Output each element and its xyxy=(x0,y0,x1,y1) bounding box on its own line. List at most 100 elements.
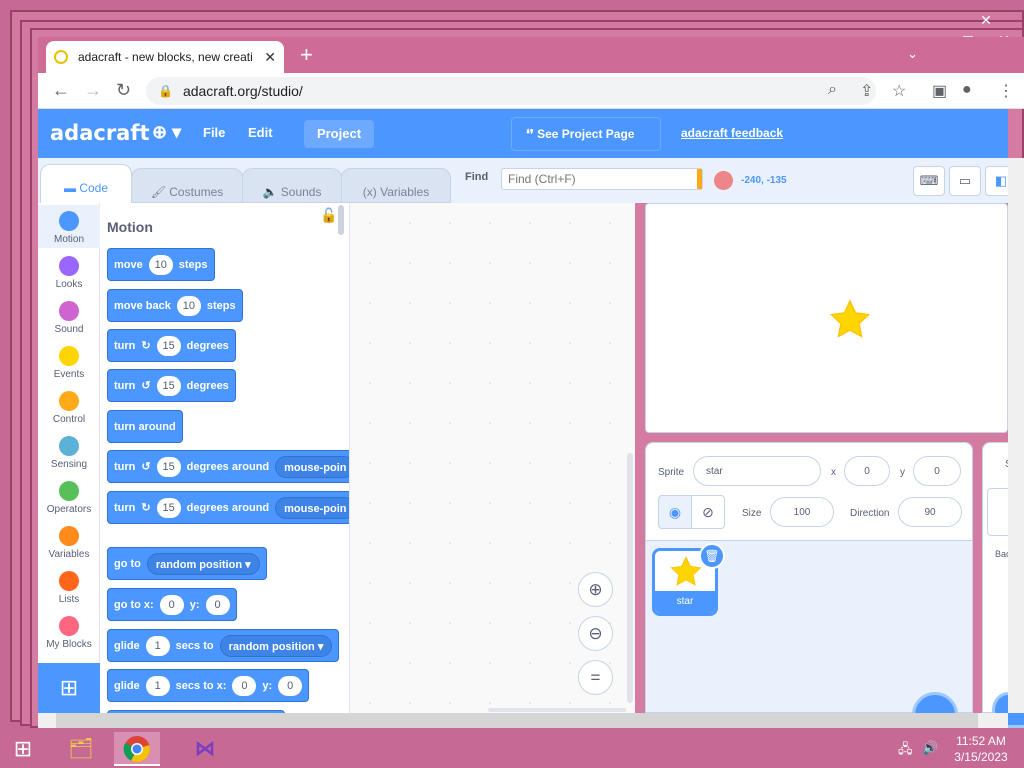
category-looks[interactable]: Looks xyxy=(38,250,100,290)
tab-costumes[interactable]: 🖌 Costumes xyxy=(131,168,243,203)
block-input[interactable]: 0 xyxy=(278,675,303,696)
block-glide-to-xy[interactable]: glide 1 secs to x: 0 y: 0 xyxy=(107,669,310,702)
block-move[interactable]: move 10 steps xyxy=(107,248,215,281)
category-label: Looks xyxy=(55,279,83,290)
block-input[interactable]: 10 xyxy=(176,295,201,316)
kebab-menu-icon[interactable]: ⋮ xyxy=(998,81,1014,101)
language-globe-icon[interactable]: ⊕ ▾ xyxy=(152,122,181,143)
block-glide-to[interactable]: glide 1 secs to random position ▾ xyxy=(107,629,340,662)
new-tab-icon[interactable]: + xyxy=(300,42,313,68)
direction-input[interactable] xyxy=(898,497,962,527)
tab-variables[interactable]: (x) Variables xyxy=(341,168,451,203)
small-stage-icon[interactable]: ▭ xyxy=(949,166,981,196)
volume-icon[interactable]: 🔊 xyxy=(922,740,938,756)
windows-start-icon[interactable]: ⊞ xyxy=(0,732,46,766)
unlock-icon[interactable]: 🔓 xyxy=(320,207,337,224)
block-input[interactable]: 15 xyxy=(156,335,181,356)
block-dropdown[interactable]: mouse-poin xyxy=(275,496,349,519)
category-operators[interactable]: Operators xyxy=(38,475,100,515)
project-menu[interactable]: Project xyxy=(304,120,374,148)
profile-avatar-icon[interactable]: ● xyxy=(962,81,972,99)
block-turn-left-around[interactable]: turn ↺ 15 degrees around mouse-poin xyxy=(107,450,349,483)
close-tab-icon[interactable]: ✕ xyxy=(264,49,276,66)
stage[interactable] xyxy=(645,203,1008,433)
sprite-label: Sprite xyxy=(658,467,685,478)
block-input[interactable]: 0 xyxy=(232,675,257,696)
block-input[interactable]: 1 xyxy=(145,635,170,656)
block-input[interactable]: 15 xyxy=(156,456,181,477)
terminal-icon[interactable]: ⌨ xyxy=(913,166,945,196)
close-back-window-icon[interactable]: ✕ xyxy=(976,12,996,29)
reload-icon[interactable]: ↻ xyxy=(116,80,131,101)
block-turn-left[interactable]: turn ↺ 15 degrees xyxy=(107,369,236,402)
x-input[interactable] xyxy=(844,456,890,486)
motion-dot-icon xyxy=(59,211,79,231)
back-arrow-icon[interactable]: ← xyxy=(52,80,70,101)
block-turn-right[interactable]: turn ↻ 15 degrees xyxy=(107,329,236,362)
block-dropdown[interactable]: mouse-poin xyxy=(275,455,349,478)
sidebar-icon[interactable]: ▣ xyxy=(932,81,947,101)
block-input[interactable]: 15 xyxy=(156,497,181,518)
sprite-name-input[interactable] xyxy=(693,456,821,486)
hide-eye-icon[interactable]: ⊘ xyxy=(691,495,725,529)
block-input[interactable]: 0 xyxy=(205,594,230,615)
network-icon[interactable]: 🖧 xyxy=(898,740,913,762)
zoom-search-icon[interactable]: ⌕ xyxy=(828,81,837,99)
page-scroll-thumb[interactable] xyxy=(56,713,978,728)
forward-arrow-icon[interactable]: → xyxy=(84,80,102,101)
size-input[interactable] xyxy=(770,497,834,527)
show-eye-icon[interactable]: ◉ xyxy=(658,495,692,529)
page-vertical-scrollbar[interactable] xyxy=(1008,158,1024,713)
block-input[interactable]: 0 xyxy=(159,594,184,615)
block-go-to-xy[interactable]: go to x: 0 y: 0 xyxy=(107,588,237,621)
category-motion[interactable]: Motion xyxy=(38,205,100,248)
file-explorer-icon[interactable]: 🗂 xyxy=(58,732,104,766)
chrome-icon[interactable] xyxy=(114,732,160,766)
block-input[interactable]: 10 xyxy=(148,254,173,275)
block-go-to[interactable]: go to random position ▾ xyxy=(107,547,267,580)
delete-sprite-trash-icon[interactable]: 🗑 xyxy=(699,543,725,569)
tab-sounds[interactable]: 🔈 Sounds xyxy=(242,168,342,203)
share-icon[interactable]: ⇪ xyxy=(860,81,873,101)
edit-menu[interactable]: Edit xyxy=(248,125,273,140)
adacraft-logo[interactable]: adacraft xyxy=(50,121,150,145)
category-control[interactable]: Control xyxy=(38,385,100,425)
category-sound[interactable]: Sound xyxy=(38,295,100,335)
star-sprite-icon[interactable] xyxy=(828,298,872,342)
tab-search-chevron-icon[interactable]: ⌄ xyxy=(907,46,918,62)
block-turn-around[interactable]: turn around xyxy=(107,410,183,443)
zoom-reset-icon[interactable]: = xyxy=(578,660,613,695)
stop-sign-icon[interactable] xyxy=(714,171,733,190)
taskbar-clock[interactable]: 11:52 AM 3/15/2023 xyxy=(948,733,1014,765)
zoom-in-icon[interactable]: ⊕ xyxy=(578,572,613,607)
browser-tab[interactable]: adacraft - new blocks, new creati ✕ xyxy=(46,41,284,73)
block-dropdown[interactable]: random position ▾ xyxy=(219,634,333,657)
find-input[interactable] xyxy=(501,168,703,190)
visual-studio-icon[interactable]: ⋈ xyxy=(182,732,228,766)
see-project-page-button[interactable]: ❛❜ See Project Page xyxy=(511,117,661,151)
feedback-link[interactable]: adacraft feedback xyxy=(681,126,783,140)
block-text: glide xyxy=(114,639,140,652)
url-text: adacraft.org/studio/ xyxy=(182,83,303,99)
workspace-vertical-scrollbar[interactable] xyxy=(627,453,633,703)
bookmark-star-icon[interactable]: ☆ xyxy=(892,81,906,101)
block-input[interactable]: 15 xyxy=(156,375,181,396)
block-input[interactable]: 1 xyxy=(145,675,170,696)
tab-code[interactable]: ▬ Code xyxy=(40,164,132,203)
page-horizontal-scrollbar[interactable] xyxy=(38,713,1008,728)
category-sensing[interactable]: Sensing xyxy=(38,430,100,470)
zoom-out-icon[interactable]: ⊖ xyxy=(578,616,613,651)
block-move-back[interactable]: move back 10 steps xyxy=(107,289,243,322)
y-input[interactable] xyxy=(913,456,961,486)
category-lists[interactable]: Lists xyxy=(38,565,100,605)
category-my-blocks[interactable]: My Blocks xyxy=(38,610,100,650)
workspace-horizontal-scrollbar[interactable] xyxy=(488,708,626,712)
address-bar[interactable]: 🔒 adacraft.org/studio/ xyxy=(146,77,876,105)
add-extension-icon[interactable]: ⊞ xyxy=(38,663,100,713)
file-menu[interactable]: File xyxy=(203,125,225,140)
category-events[interactable]: Events xyxy=(38,340,100,380)
palette-scrollbar[interactable] xyxy=(338,205,344,235)
block-turn-right-around[interactable]: turn ↻ 15 degrees around mouse-poin xyxy=(107,491,349,524)
category-variables[interactable]: Variables xyxy=(38,520,100,560)
block-dropdown[interactable]: random position ▾ xyxy=(146,552,260,575)
